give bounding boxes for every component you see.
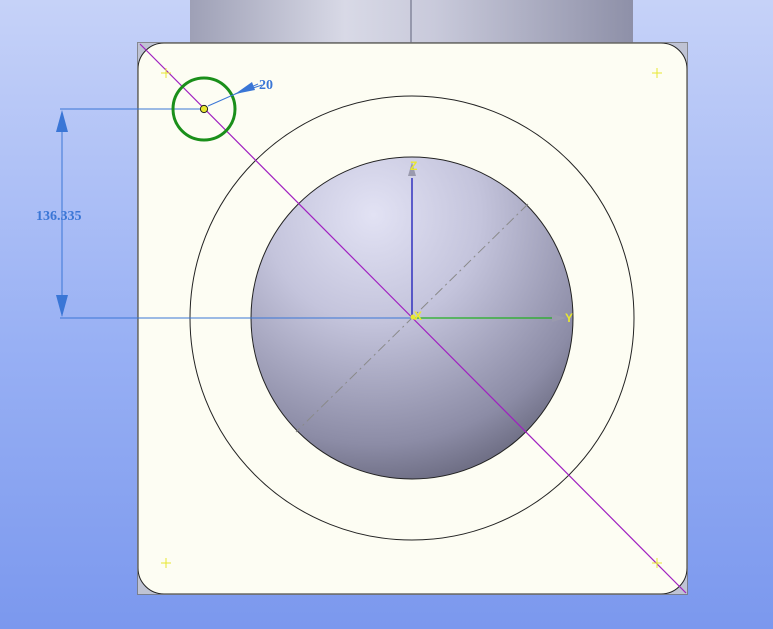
y-axis-label: Y: [565, 311, 573, 325]
model-scene[interactable]: 136.335 20 Z Y X: [0, 0, 773, 629]
graphics-viewport[interactable]: 136.335 20 Z Y X: [0, 0, 773, 629]
top-boss[interactable]: [190, 0, 633, 48]
diameter-dimension-value[interactable]: 20: [259, 78, 273, 93]
x-axis-label: X: [414, 309, 422, 323]
hole-center-point[interactable]: [199, 104, 209, 114]
vertical-dimension-value[interactable]: 136.335: [36, 209, 82, 224]
z-axis-label: Z: [410, 159, 417, 173]
